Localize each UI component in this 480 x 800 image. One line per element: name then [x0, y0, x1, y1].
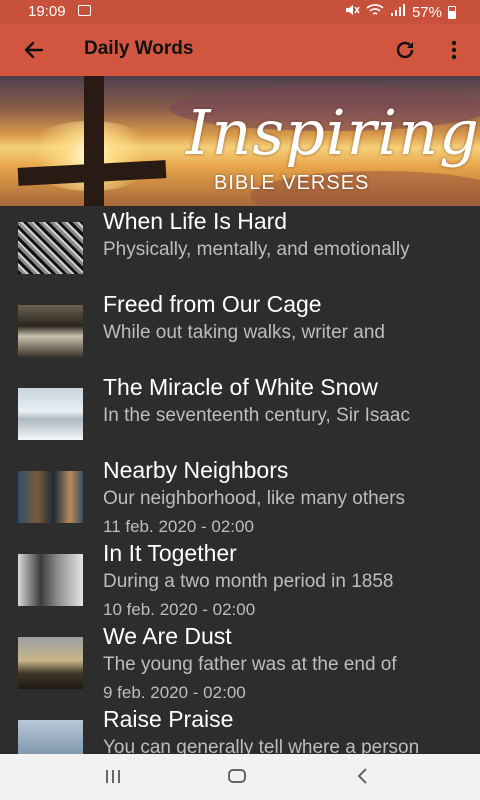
cross-image — [84, 76, 104, 206]
more-options-icon[interactable] — [442, 37, 466, 63]
item-thumbnail — [18, 720, 83, 754]
item-title: We Are Dust — [103, 623, 232, 649]
back-arrow-icon[interactable] — [20, 36, 48, 64]
item-description: In the seventeenth century, Sir Isaac — [103, 405, 410, 426]
banner-script-text: Inspiring — [186, 96, 480, 169]
item-date: 10 feb. 2020 - 02:00 — [103, 600, 256, 619]
battery-percent: 57% — [411, 3, 442, 21]
item-title: Raise Praise — [103, 706, 234, 732]
list-item[interactable]: Freed from Our Cage While out taking wal… — [0, 289, 480, 372]
signal-icon — [390, 3, 406, 21]
page-title: Daily Words — [84, 38, 194, 59]
header-banner: Inspiring BIBLE VERSES — [0, 76, 480, 206]
item-title: Freed from Our Cage — [103, 291, 322, 317]
item-thumbnail — [18, 637, 83, 689]
status-icons: 57% — [344, 3, 456, 21]
list-item[interactable]: We Are Dust The young father was at the … — [0, 621, 480, 704]
item-description: During a two month period in 1858 — [103, 571, 394, 592]
item-thumbnail — [18, 305, 83, 357]
item-description: The young father was at the end of — [103, 654, 397, 675]
item-description: Our neighborhood, like many others — [103, 488, 406, 509]
image-notification-icon — [78, 5, 91, 16]
nav-back-icon[interactable] — [355, 766, 369, 786]
battery-icon — [448, 5, 456, 19]
item-thumbnail — [18, 554, 83, 606]
status-time: 19:09 — [28, 3, 66, 20]
list-item[interactable]: In It Together During a two month period… — [0, 538, 480, 621]
recents-icon[interactable] — [106, 770, 120, 783]
item-description: Physically, mentally, and emotionally — [103, 239, 410, 260]
mute-icon — [344, 3, 360, 21]
item-thumbnail — [18, 471, 83, 523]
banner-subtitle: BIBLE VERSES — [214, 172, 370, 194]
item-title: Nearby Neighbors — [103, 457, 289, 483]
list-item[interactable]: When Life Is Hard Physically, mentally, … — [0, 206, 480, 289]
item-thumbnail — [18, 388, 83, 440]
list-item[interactable]: Raise Praise You can generally tell wher… — [0, 704, 480, 754]
home-icon[interactable] — [228, 769, 246, 783]
item-title: The Miracle of White Snow — [103, 374, 378, 400]
item-title: When Life Is Hard — [103, 208, 288, 234]
item-date: 9 feb. 2020 - 02:00 — [103, 683, 246, 702]
list-item[interactable]: The Miracle of White Snow In the sevente… — [0, 372, 480, 455]
status-bar: 19:09 57% — [0, 0, 480, 24]
item-description: While out taking walks, writer and — [103, 322, 385, 343]
item-date: 11 feb. 2020 - 02:00 — [103, 517, 254, 536]
app-bar: Daily Words — [0, 24, 480, 76]
system-nav-bar — [0, 754, 480, 800]
item-description: You can generally tell where a person — [103, 737, 420, 754]
item-thumbnail — [18, 222, 83, 274]
wifi-icon — [366, 3, 384, 21]
refresh-icon[interactable] — [392, 37, 418, 63]
devotional-list: When Life Is Hard Physically, mentally, … — [0, 206, 480, 754]
item-title: In It Together — [103, 540, 237, 566]
list-item[interactable]: Nearby Neighbors Our neighborhood, like … — [0, 455, 480, 538]
